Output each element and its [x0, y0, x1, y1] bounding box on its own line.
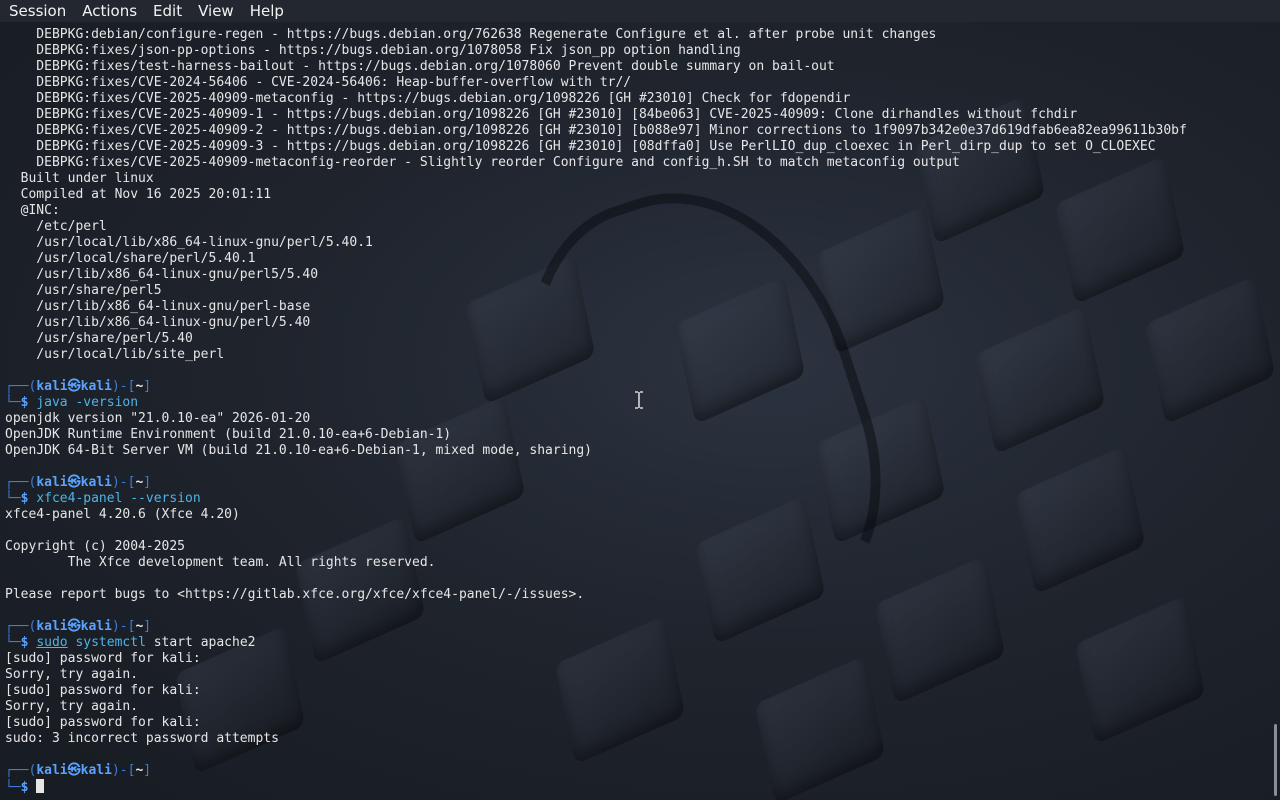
output-line: Sorry, try again. — [5, 667, 139, 682]
output-line: openjdk version "21.0.10-ea" 2026-01-20 — [5, 411, 311, 426]
output-line: Please report bugs to <https://gitlab.xf… — [5, 587, 585, 602]
terminal-scrollbar[interactable] — [1274, 724, 1277, 796]
command-args: start apache2 — [145, 635, 256, 650]
prompt-top: ┌──(kali㉿kali)-[~] — [5, 619, 1265, 635]
output-line: /usr/local/lib/site_perl — [5, 347, 225, 362]
output-line: /usr/lib/x86_64-linux-gnu/perl5/5.40 — [5, 267, 319, 282]
output-line: [sudo] password for kali: — [5, 715, 201, 730]
prompt-frame: )-[ — [111, 379, 136, 394]
prompt-user: kali — [36, 619, 68, 634]
output-line: @INC: — [5, 203, 60, 218]
command-text: java -version — [36, 395, 139, 410]
prompt-host: kali — [80, 475, 112, 490]
prompt-frame: ] — [143, 475, 152, 490]
prompt-bottom[interactable]: └─$ — [5, 779, 1265, 795]
output-line: /usr/local/share/perl/5.40.1 — [5, 251, 256, 266]
prompt-at-symbol: ㉿ — [67, 763, 81, 778]
prompt-bottom: └─$ xfce4-panel --version — [5, 491, 1265, 507]
prompt-frame: ] — [143, 619, 152, 634]
prompt-frame: └─ — [5, 635, 21, 650]
output-line: DEBPKG:fixes/CVE-2025-40909-metaconfig-r… — [5, 155, 960, 170]
prompt-frame: ] — [143, 763, 152, 778]
terminal-output[interactable]: DEBPKG:debian/configure-regen - https://… — [5, 27, 1265, 795]
output-line: sudo: 3 incorrect password attempts — [5, 731, 279, 746]
menu-edit[interactable]: Edit — [144, 2, 189, 20]
prompt-frame: ┌──( — [5, 379, 37, 394]
perl-output: DEBPKG:debian/configure-regen - https://… — [5, 27, 1265, 363]
output-line: xfce4-panel 4.20.6 (Xfce 4.20) — [5, 507, 240, 522]
output-line: /usr/lib/x86_64-linux-gnu/perl/5.40 — [5, 315, 311, 330]
output-line: DEBPKG:debian/configure-regen - https://… — [5, 27, 937, 42]
output-line: OpenJDK Runtime Environment (build 21.0.… — [5, 427, 452, 442]
output-line: [sudo] password for kali: — [5, 651, 201, 666]
menu-help[interactable]: Help — [241, 2, 291, 20]
prompt-at-symbol: ㉿ — [67, 475, 81, 490]
prompt-dollar: $ — [20, 491, 29, 506]
prompt-dollar: $ — [20, 395, 29, 410]
prompt-top: ┌──(kali㉿kali)-[~] — [5, 475, 1265, 491]
terminal-menubar: Session Actions Edit View Help — [0, 0, 1280, 22]
command-text: systemctl — [75, 635, 146, 650]
prompt-at-symbol: ㉿ — [67, 619, 81, 634]
command-text: sudo — [36, 635, 68, 650]
output-line: Built under linux — [5, 171, 154, 186]
prompt-user: kali — [36, 379, 68, 394]
prompt-user: kali — [36, 475, 68, 490]
prompt-frame: ] — [143, 379, 152, 394]
output-line: [sudo] password for kali: — [5, 683, 201, 698]
output-line: /etc/perl — [5, 219, 107, 234]
prompt-host: kali — [80, 619, 112, 634]
prompt-top: ┌──(kali㉿kali)-[~] — [5, 763, 1265, 779]
output-line: OpenJDK 64-Bit Server VM (build 21.0.10-… — [5, 443, 592, 458]
output-line: /usr/share/perl5 — [5, 283, 162, 298]
menu-view[interactable]: View — [189, 2, 241, 20]
prompt-frame: └─ — [5, 780, 21, 795]
menu-actions[interactable]: Actions — [73, 2, 144, 20]
prompt-frame: )-[ — [111, 475, 136, 490]
prompt-frame: └─ — [5, 491, 21, 506]
prompt-frame: └─ — [5, 395, 21, 410]
output-line: Sorry, try again. — [5, 699, 139, 714]
prompt-at-symbol: ㉿ — [67, 379, 81, 394]
menu-session[interactable]: Session — [0, 2, 73, 20]
output-line: DEBPKG:fixes/CVE-2025-40909-metaconfig -… — [5, 91, 851, 106]
output-line: /usr/share/perl/5.40 — [5, 331, 193, 346]
output-line: DEBPKG:fixes/CVE-2025-40909-3 - https://… — [5, 139, 1156, 154]
output-line: The Xfce development team. All rights re… — [5, 555, 436, 570]
prompt-host: kali — [80, 379, 112, 394]
output-line: DEBPKG:fixes/CVE-2024-56406 - CVE-2024-5… — [5, 75, 632, 90]
output-line: DEBPKG:fixes/CVE-2025-40909-1 - https://… — [5, 107, 1078, 122]
output-line: DEBPKG:fixes/CVE-2025-40909-2 - https://… — [5, 123, 1187, 138]
prompt-frame: ┌──( — [5, 763, 37, 778]
text-cursor — [36, 779, 45, 793]
prompt-frame: ┌──( — [5, 475, 37, 490]
prompt-dollar: $ — [20, 780, 29, 795]
prompt-host: kali — [80, 763, 112, 778]
ibeam-cursor-icon — [635, 391, 643, 409]
output-line: /usr/lib/x86_64-linux-gnu/perl-base — [5, 299, 311, 314]
output-line: DEBPKG:fixes/json-pp-options - https://b… — [5, 43, 741, 58]
output-line: Compiled at Nov 16 2025 20:01:11 — [5, 187, 272, 202]
prompt-dollar: $ — [20, 635, 29, 650]
prompt-frame: ┌──( — [5, 619, 37, 634]
prompt-bottom: └─$ sudo systemctl start apache2 — [5, 635, 1265, 651]
command-text: xfce4-panel --version — [36, 491, 201, 506]
output-line: /usr/local/lib/x86_64-linux-gnu/perl/5.4… — [5, 235, 373, 250]
prompt-user: kali — [36, 763, 68, 778]
output-line: DEBPKG:fixes/test-harness-bailout - http… — [5, 59, 835, 74]
prompt-frame: )-[ — [111, 763, 136, 778]
prompt-frame: )-[ — [111, 619, 136, 634]
output-line: Copyright (c) 2004-2025 — [5, 539, 186, 554]
